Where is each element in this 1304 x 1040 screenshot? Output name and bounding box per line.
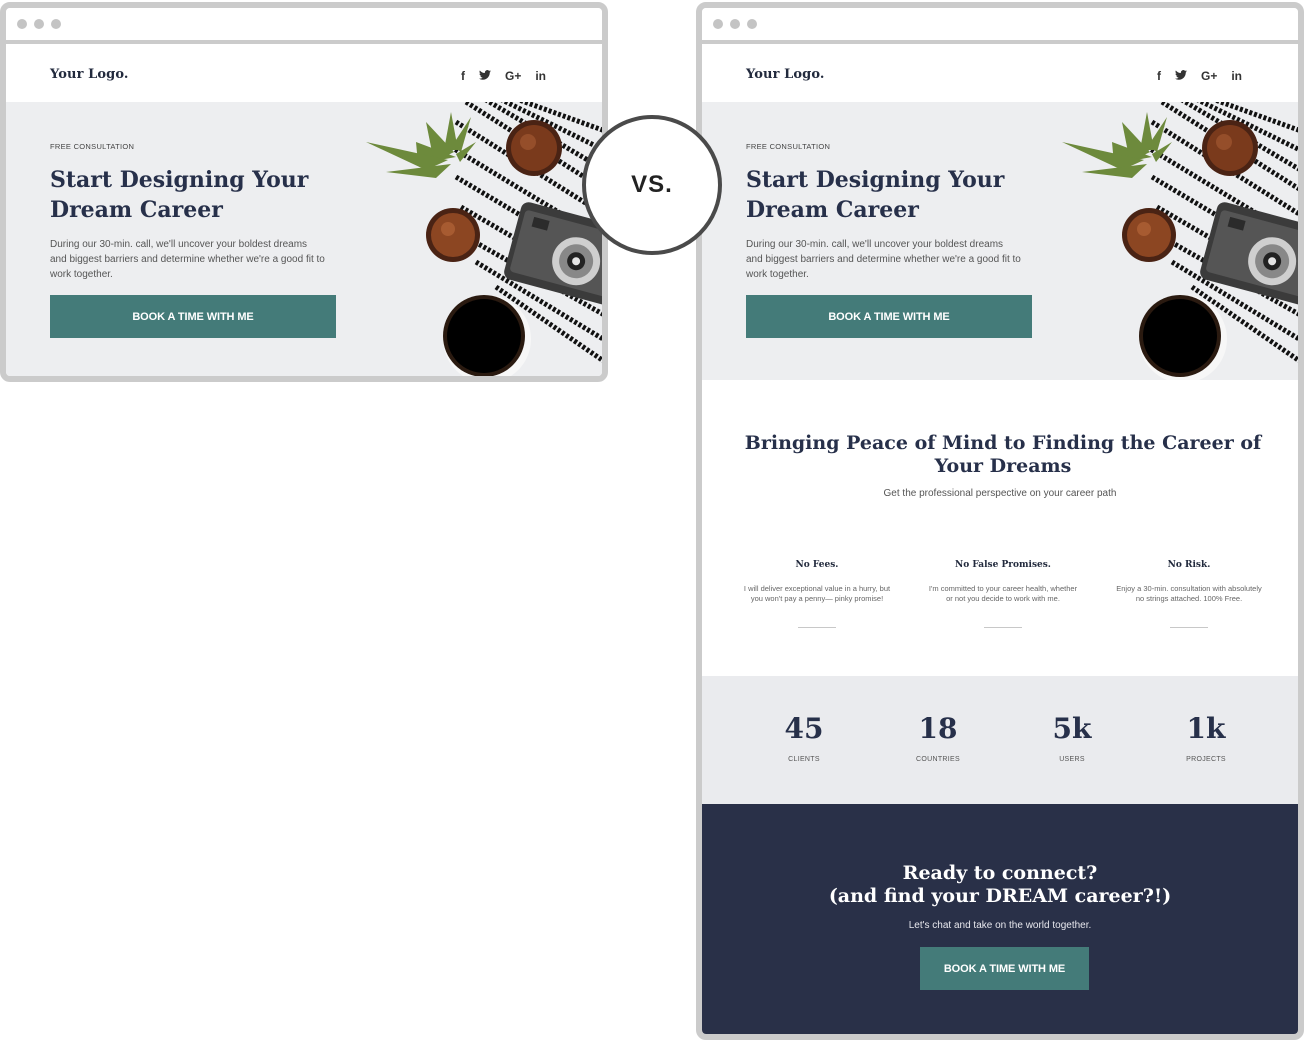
facebook-icon[interactable]: f <box>1157 70 1161 82</box>
cta-title: Ready to connect? (and find your DREAM c… <box>702 862 1298 908</box>
book-time-button[interactable]: BOOK A TIME WITH ME <box>920 947 1089 990</box>
hero-eyebrow: FREE CONSULTATION <box>50 142 135 151</box>
vs-label: VS. <box>631 171 673 198</box>
hero-title: Start Designing Your Dream Career <box>50 167 309 223</box>
stat-value: 45 <box>784 712 824 745</box>
stat-clients: 45 CLIENTS <box>754 712 854 763</box>
intro-subtitle: Get the professional perspective on your… <box>883 488 1117 499</box>
feature-no-false-promises: No False Promises. I'm committed to your… <box>928 560 1078 604</box>
window-control-close[interactable] <box>17 19 27 29</box>
browser-window-before: Your Logo. f G+ in FREE CONSULTATION Sta… <box>0 2 608 382</box>
hero-flatlay-image <box>356 102 602 376</box>
site-logo[interactable]: Your Logo. <box>50 67 129 82</box>
feature-text: I will deliver exceptional value in a hu… <box>743 584 891 603</box>
window-control-maximize[interactable] <box>51 19 61 29</box>
google-plus-icon[interactable]: G+ <box>505 70 521 82</box>
feature-divider <box>984 627 1022 628</box>
stat-label: PROJECTS <box>1186 756 1226 763</box>
social-links: f G+ in <box>1157 70 1242 82</box>
intro-title: Bringing Peace of Mind to Finding the Ca… <box>744 432 1262 477</box>
feature-no-risk: No Risk. Enjoy a 30-min. consultation wi… <box>1114 560 1264 604</box>
feature-divider <box>1170 627 1208 628</box>
social-links: f G+ in <box>461 70 546 82</box>
stat-value: 18 <box>918 712 958 745</box>
hero-section: FREE CONSULTATION Start Designing Your D… <box>702 102 1298 380</box>
hero-description: During our 30-min. call, we'll uncover y… <box>50 239 325 280</box>
site-header: Your Logo. f G+ in <box>6 44 602 102</box>
stats-section: 45 CLIENTS 18 COUNTRIES 5k USERS 1k PROJ… <box>702 676 1298 804</box>
window-control-minimize[interactable] <box>730 19 740 29</box>
twitter-icon[interactable] <box>1174 70 1187 82</box>
stat-projects: 1k PROJECTS <box>1156 712 1256 763</box>
window-control-close[interactable] <box>713 19 723 29</box>
hero-description: During our 30-min. call, we'll uncover y… <box>746 239 1021 280</box>
feature-divider <box>798 627 836 628</box>
cta-subtitle: Let's chat and take on the world togethe… <box>908 920 1092 931</box>
cta-title-line1: Ready to connect? <box>902 862 1098 884</box>
stat-users: 5k USERS <box>1022 712 1122 763</box>
cta-section: Ready to connect? (and find your DREAM c… <box>702 804 1298 1034</box>
linkedin-icon[interactable]: in <box>535 70 546 82</box>
intro-section: Bringing Peace of Mind to Finding the Ca… <box>702 380 1298 676</box>
hero-section: FREE CONSULTATION Start Designing Your D… <box>6 102 602 376</box>
stat-value: 5k <box>1052 712 1092 745</box>
hero-eyebrow: FREE CONSULTATION <box>746 142 831 151</box>
stat-label: USERS <box>1059 756 1085 763</box>
site-logo[interactable]: Your Logo. <box>746 67 825 82</box>
feature-title: No False Promises. <box>955 560 1051 570</box>
browser-window-after: Your Logo. f G+ in FREE CONSULTATION Sta… <box>696 2 1304 1040</box>
hero-flatlay-image <box>1052 102 1298 380</box>
window-control-maximize[interactable] <box>747 19 757 29</box>
feature-text: Enjoy a 30-min. consultation with absolu… <box>1116 584 1262 603</box>
vs-badge: VS. <box>582 115 722 255</box>
feature-text: I'm committed to your career health, whe… <box>928 584 1078 603</box>
site-header: Your Logo. f G+ in <box>702 44 1298 102</box>
stat-label: COUNTRIES <box>916 756 960 763</box>
facebook-icon[interactable]: f <box>461 70 465 82</box>
twitter-icon[interactable] <box>478 70 491 82</box>
browser-titlebar <box>702 8 1298 44</box>
stat-label: CLIENTS <box>788 756 820 763</box>
book-time-button[interactable]: BOOK A TIME WITH ME <box>50 295 336 338</box>
stat-value: 1k <box>1186 712 1226 745</box>
book-time-button[interactable]: BOOK A TIME WITH ME <box>746 295 1032 338</box>
feature-title: No Risk. <box>1167 560 1211 570</box>
cta-title-line2: (and find your DREAM career?!) <box>828 885 1172 907</box>
window-control-minimize[interactable] <box>34 19 44 29</box>
browser-titlebar <box>6 8 602 44</box>
feature-no-fees: No Fees. I will deliver exceptional valu… <box>742 560 892 604</box>
feature-title: No Fees. <box>795 560 839 570</box>
hero-title: Start Designing Your Dream Career <box>746 167 1005 223</box>
stat-countries: 18 COUNTRIES <box>888 712 988 763</box>
google-plus-icon[interactable]: G+ <box>1201 70 1217 82</box>
linkedin-icon[interactable]: in <box>1231 70 1242 82</box>
